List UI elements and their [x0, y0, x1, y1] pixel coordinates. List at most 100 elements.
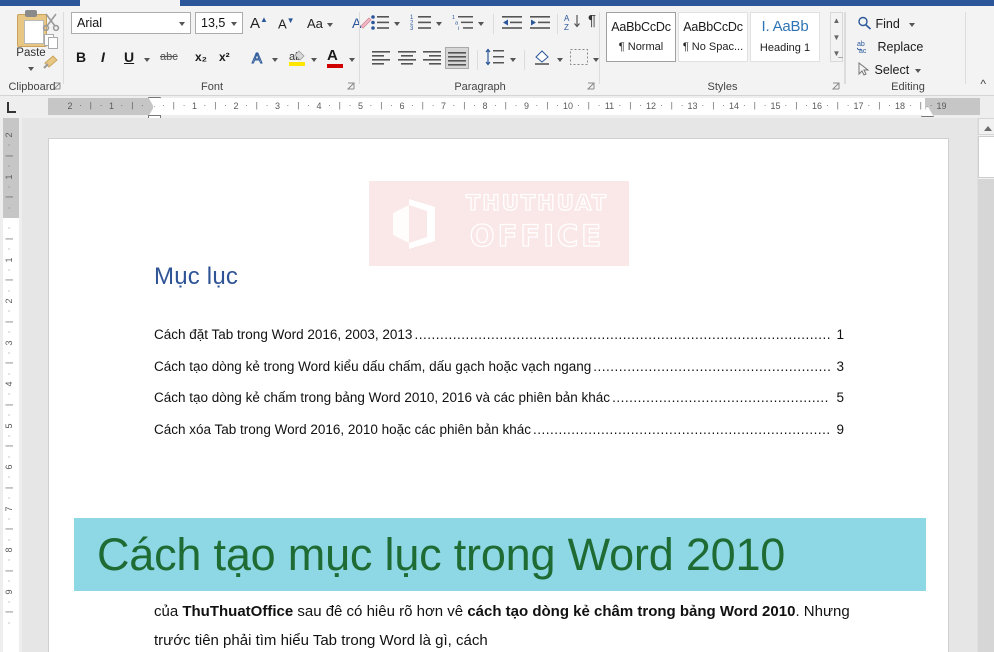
multilevel-list-caret[interactable]: [478, 22, 484, 26]
toc-dot-leader: ........................................…: [612, 390, 830, 405]
line-spacing-caret[interactable]: [510, 58, 516, 62]
ruler-minor-tick: |: [754, 101, 756, 110]
ruler-minor-tick: ·: [5, 227, 14, 230]
ruler-minor-tick: ·: [5, 310, 14, 313]
ruler-minor-tick: ·: [5, 435, 14, 438]
more-styles-icon[interactable]: ▼̲: [831, 46, 842, 61]
styles-scroll-up-icon[interactable]: ▲: [831, 13, 842, 28]
ruler-minor-tick: ·: [245, 101, 248, 110]
grow-font-button[interactable]: A▲: [250, 15, 268, 32]
ruler-minor-tick: ·: [5, 601, 14, 604]
tab-stop-selector[interactable]: [0, 96, 22, 118]
style-item-heading-1[interactable]: I. AaBb Heading 1: [750, 12, 820, 62]
ribbon-group-paragraph: 1 2 3 1 a i: [360, 6, 600, 95]
align-center-button[interactable]: [398, 50, 416, 70]
ruler-minor-tick: ·: [162, 101, 165, 110]
numbered-list-caret[interactable]: [436, 22, 442, 26]
replace-button[interactable]: ab ac Replace: [857, 39, 923, 54]
ruler-minor-tick: ·: [328, 101, 331, 110]
style-label: ¶ Normal: [607, 41, 675, 53]
ruler-minor-tick: ·: [5, 144, 14, 147]
find-button[interactable]: Find: [857, 16, 915, 31]
vertical-scrollbar[interactable]: [977, 118, 994, 652]
underline-button[interactable]: U: [124, 49, 134, 65]
shading-button[interactable]: [532, 48, 552, 71]
align-left-button[interactable]: [372, 50, 390, 70]
find-caret[interactable]: [909, 23, 915, 27]
borders-button[interactable]: [570, 49, 588, 70]
toc-entry[interactable]: Cách tạo dòng kẻ trong Word kiểu dấu chấ…: [154, 359, 844, 374]
text-effects-button[interactable]: A: [250, 48, 269, 71]
vertical-scroll-thumb[interactable]: [978, 136, 994, 178]
collapse-ribbon-button[interactable]: ^: [980, 77, 986, 91]
toc-entry[interactable]: Cách đặt Tab trong Word 2016, 2003, 2013…: [154, 327, 844, 342]
increase-indent-button[interactable]: [530, 14, 550, 36]
paste-dropdown-caret[interactable]: [28, 67, 34, 71]
ruler-tick: 4: [316, 101, 321, 111]
font-size-caret[interactable]: [231, 22, 237, 26]
font-name-caret[interactable]: [179, 22, 185, 26]
vertical-scroll-track[interactable]: [978, 179, 994, 652]
shading-caret[interactable]: [557, 58, 563, 62]
align-right-button[interactable]: [423, 50, 441, 70]
table-of-contents: Cách đặt Tab trong Word 2016, 2003, 2013…: [154, 327, 844, 453]
numbered-list-button[interactable]: 1 2 3: [410, 14, 432, 36]
multilevel-list-button[interactable]: 1 a i: [452, 14, 474, 36]
change-case-button[interactable]: Aa: [307, 16, 333, 31]
style-item-normal[interactable]: AaBbCcDc ¶ Normal: [606, 12, 676, 62]
ruler-tick: 7: [4, 506, 14, 511]
clipboard-dialog-launcher-icon[interactable]: [53, 82, 62, 91]
font-color-caret[interactable]: [349, 58, 355, 62]
text-effects-caret[interactable]: [272, 58, 278, 62]
ruler-minor-tick: ·: [5, 497, 14, 500]
toc-entry[interactable]: Cách xóa Tab trong Word 2016, 2010 hoặc …: [154, 422, 844, 437]
decrease-indent-button[interactable]: [502, 14, 522, 36]
font-dialog-launcher-icon[interactable]: [347, 82, 356, 91]
text-highlight-button[interactable]: ab: [288, 48, 307, 72]
ruler-minor-tick: ·: [5, 559, 14, 562]
document-canvas[interactable]: THUTHUAT OFFICE Mục lục Cách đặt Tab tro…: [22, 118, 977, 652]
text-highlight-caret[interactable]: [311, 58, 317, 62]
paragraph-dialog-launcher-icon[interactable]: [587, 82, 596, 91]
ruler-tick: 3: [275, 101, 280, 111]
font-color-button[interactable]: A: [327, 47, 338, 64]
bullet-list-button[interactable]: [370, 14, 390, 36]
shrink-font-button[interactable]: A▼: [278, 16, 295, 31]
ruler-tick: 8: [4, 547, 14, 552]
toc-entry[interactable]: Cách tạo dòng kẻ chấm trong bảng Word 20…: [154, 390, 844, 405]
ruler-minor-tick: ·: [722, 101, 725, 110]
style-item-no-spacing[interactable]: AaBbCcDc ¶ No Spac...: [678, 12, 748, 62]
superscript-button[interactable]: x²: [219, 50, 230, 64]
cut-button[interactable]: [42, 12, 64, 32]
toc-page-number: 9: [832, 422, 844, 437]
justify-button[interactable]: [445, 47, 469, 69]
bold-button[interactable]: B: [76, 49, 86, 65]
document-page[interactable]: THUTHUAT OFFICE Mục lục Cách đặt Tab tro…: [48, 138, 949, 652]
strikethrough-button[interactable]: abc: [160, 51, 178, 63]
font-name-value: Arial: [77, 16, 102, 30]
ruler-minor-tick: ·: [826, 101, 829, 110]
scroll-up-arrow-icon[interactable]: [978, 118, 994, 135]
styles-scrollbar[interactable]: ▲ ▼ ▼̲: [830, 12, 843, 62]
sort-button[interactable]: A Z: [564, 13, 582, 36]
vertical-ruler[interactable]: 21123456789·|··|··|··|··|··|··|··|··|··|…: [0, 118, 22, 652]
replace-abac-icon: ab ac: [857, 39, 874, 54]
ruler-minor-tick: ·: [598, 101, 601, 110]
font-size-combo[interactable]: 13,5: [195, 12, 243, 34]
bullet-list-caret[interactable]: [394, 22, 400, 26]
styles-dialog-launcher-icon[interactable]: [832, 82, 841, 91]
align-left-icon: [372, 50, 390, 65]
underline-caret[interactable]: [144, 58, 150, 62]
show-formatting-marks-button[interactable]: ¶: [588, 12, 596, 29]
document-heading-text: Cách tạo mục lục trong Word 2010: [74, 529, 785, 581]
format-painter-button[interactable]: [42, 52, 64, 72]
select-caret[interactable]: [915, 69, 921, 73]
styles-scroll-down-icon[interactable]: ▼: [831, 30, 842, 45]
group-separator: [493, 14, 494, 34]
copy-button[interactable]: [42, 32, 64, 52]
line-spacing-button[interactable]: [485, 48, 505, 71]
subscript-button[interactable]: x₂: [195, 50, 207, 64]
italic-button[interactable]: I: [101, 49, 105, 65]
font-name-combo[interactable]: Arial: [71, 12, 191, 34]
select-button[interactable]: Select: [857, 62, 921, 77]
